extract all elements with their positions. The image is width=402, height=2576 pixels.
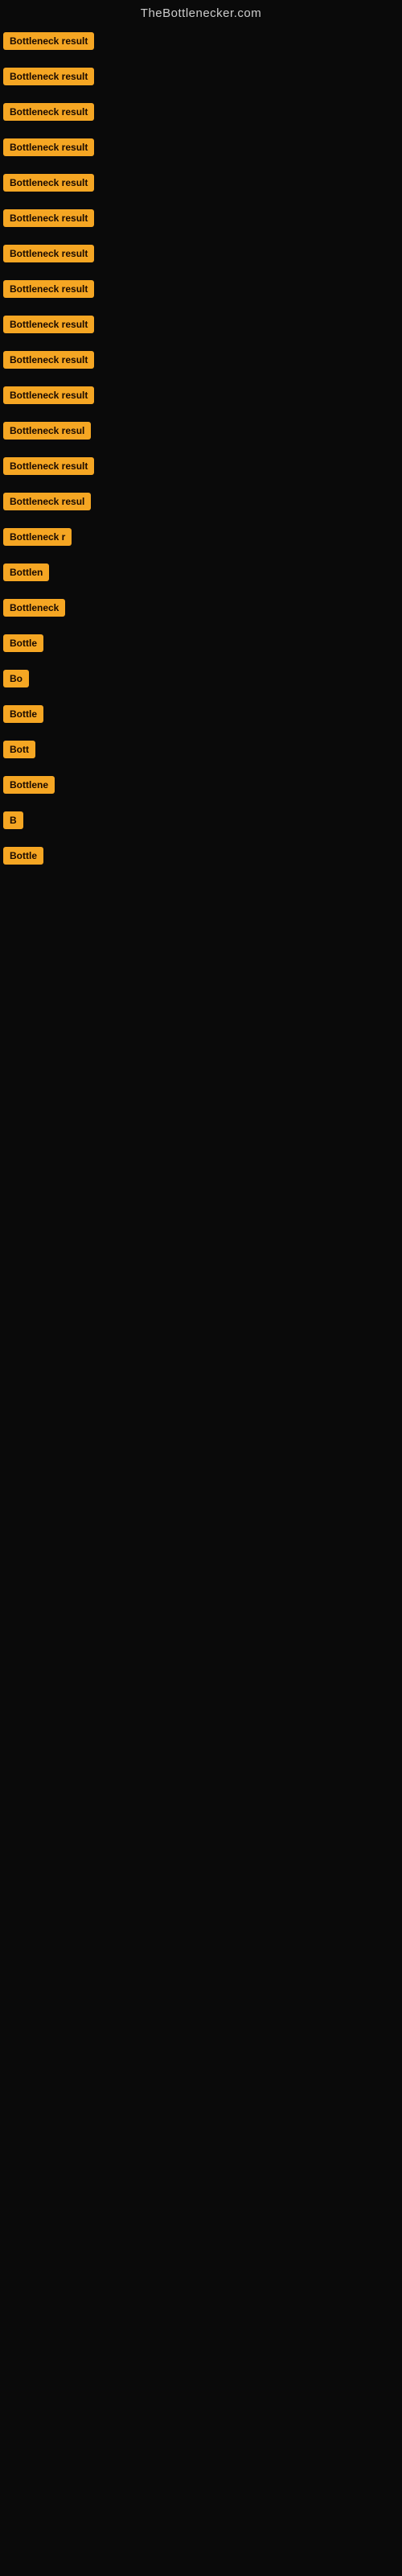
bottleneck-badge[interactable]: Bottle [3,705,43,723]
bottleneck-badge[interactable]: Bottleneck result [3,68,94,85]
result-row: Bottleneck r [0,519,402,555]
result-row: Bottleneck result [0,342,402,378]
result-row: Bottleneck result [0,94,402,130]
bottleneck-badge[interactable]: Bottleneck result [3,386,94,404]
bottleneck-badge[interactable]: Bottleneck result [3,457,94,475]
bottleneck-badge[interactable]: Bottle [3,634,43,652]
bottleneck-badge[interactable]: Bottleneck result [3,209,94,227]
result-row: Bottleneck result [0,236,402,271]
bottleneck-badge[interactable]: Bottleneck result [3,280,94,298]
result-row: Bott [0,732,402,767]
result-row: Bottlen [0,555,402,590]
bottleneck-badge[interactable]: Bottlen [3,564,49,581]
result-row: Bottleneck resul [0,413,402,448]
bottleneck-badge[interactable]: Bott [3,741,35,758]
result-row: Bottle [0,625,402,661]
result-row: Bottleneck result [0,165,402,200]
bottleneck-badge[interactable]: Bottleneck result [3,351,94,369]
site-title: TheBottlenecker.com [0,0,402,23]
result-row: Bottleneck [0,590,402,625]
result-row: Bottleneck resul [0,484,402,519]
bottleneck-badge[interactable]: Bo [3,670,29,687]
bottleneck-badge[interactable]: Bottleneck resul [3,493,91,510]
bottleneck-badge[interactable]: Bottleneck result [3,316,94,333]
bottleneck-badge[interactable]: Bottleneck [3,599,65,617]
result-row: Bottlene [0,767,402,803]
result-row: Bottleneck result [0,378,402,413]
result-row: Bottle [0,696,402,732]
result-row: Bottle [0,838,402,873]
bottleneck-badge[interactable]: Bottleneck result [3,103,94,121]
bottleneck-badge[interactable]: Bottleneck result [3,32,94,50]
bottleneck-badge[interactable]: Bottleneck r [3,528,72,546]
result-row: Bottleneck result [0,200,402,236]
bottleneck-badge[interactable]: B [3,811,23,829]
result-row: B [0,803,402,838]
bottleneck-badge[interactable]: Bottleneck resul [3,422,91,440]
result-row: Bottleneck result [0,59,402,94]
bottleneck-badge[interactable]: Bottlene [3,776,55,794]
bottleneck-badge[interactable]: Bottleneck result [3,245,94,262]
bottleneck-badge[interactable]: Bottleneck result [3,174,94,192]
result-row: Bottleneck result [0,23,402,59]
bottleneck-badge[interactable]: Bottle [3,847,43,865]
result-row: Bo [0,661,402,696]
result-row: Bottleneck result [0,271,402,307]
result-row: Bottleneck result [0,448,402,484]
bottleneck-badge[interactable]: Bottleneck result [3,138,94,156]
result-row: Bottleneck result [0,307,402,342]
result-row: Bottleneck result [0,130,402,165]
